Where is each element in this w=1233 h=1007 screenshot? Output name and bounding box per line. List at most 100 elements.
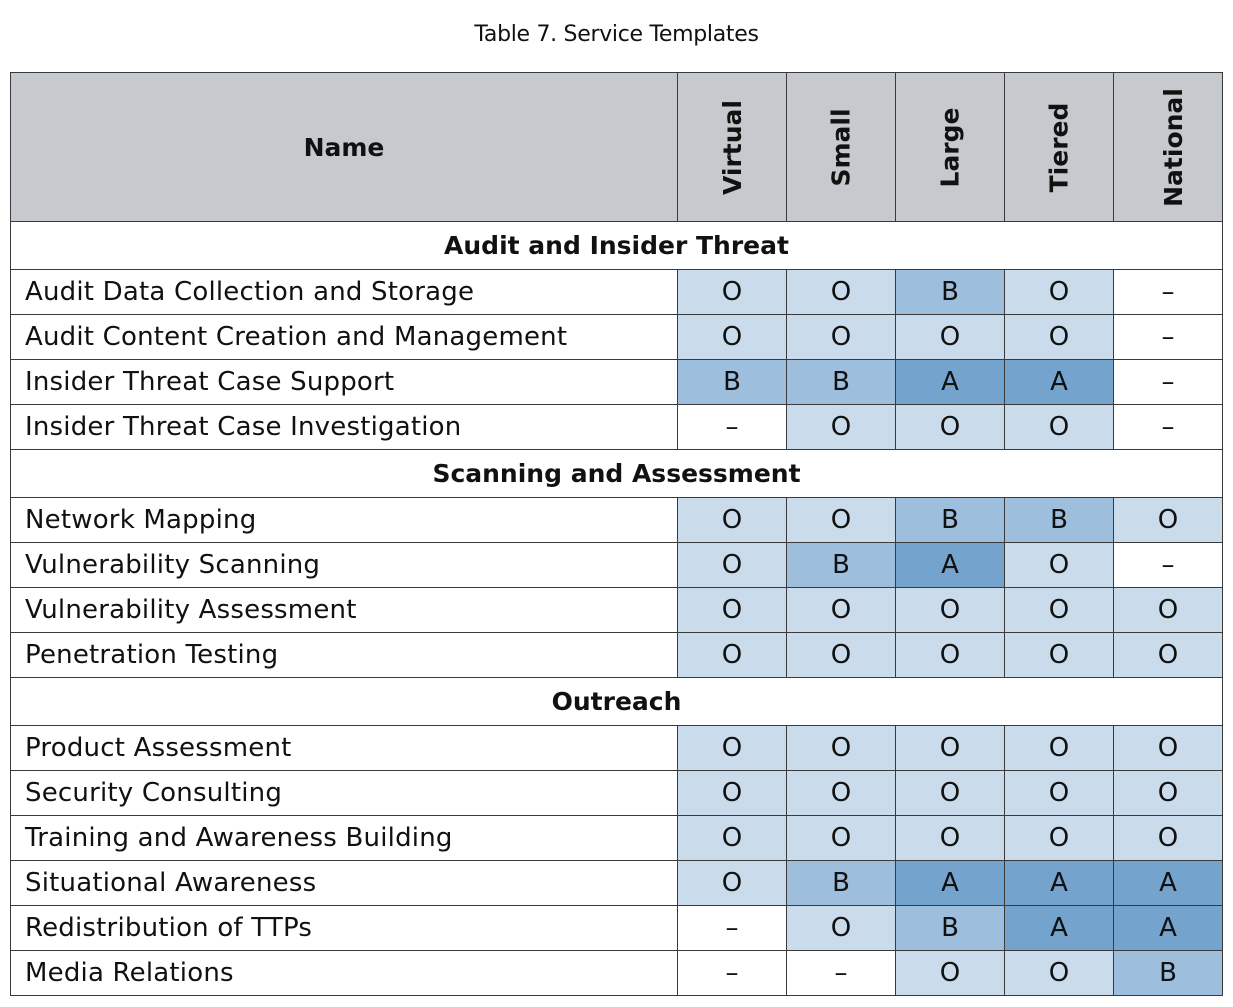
value-cell: O <box>895 314 1005 360</box>
table-row: Network Mapping O O B B O <box>10 497 1223 543</box>
value-cell: – <box>1113 404 1223 450</box>
value-cell: O <box>895 587 1005 633</box>
value-cell: A <box>1004 905 1114 951</box>
value-cell: O <box>677 542 787 588</box>
value-cell: O <box>1113 815 1223 861</box>
service-name-cell: Product Assessment <box>10 725 678 771</box>
table-row: Penetration Testing O O O O O <box>10 632 1223 678</box>
value-cell: – <box>677 404 787 450</box>
value-cell: O <box>677 587 787 633</box>
value-cell: – <box>677 905 787 951</box>
value-cell: O <box>677 314 787 360</box>
value-cell: O <box>677 497 787 543</box>
value-cell: O <box>786 770 896 816</box>
value-cell: O <box>895 404 1005 450</box>
column-header-large: Large <box>895 72 1005 222</box>
value-cell: O <box>1004 725 1114 771</box>
service-name-cell: Vulnerability Assessment <box>10 587 678 633</box>
value-cell: O <box>1004 632 1114 678</box>
table-caption: Table 7. Service Templates <box>474 22 759 47</box>
value-cell: O <box>1113 632 1223 678</box>
table-header-row: Name Virtual Small Large Tiered National <box>10 72 1223 222</box>
service-name-cell: Training and Awareness Building <box>10 815 678 861</box>
value-cell: O <box>895 770 1005 816</box>
table-row: Vulnerability Assessment O O O O O <box>10 587 1223 633</box>
service-name-cell: Network Mapping <box>10 497 678 543</box>
value-cell: O <box>786 269 896 315</box>
section-title: Outreach <box>10 677 1223 726</box>
table-row: Audit Data Collection and Storage O O B O – <box>10 269 1223 315</box>
column-header-name: Name <box>10 72 678 222</box>
column-header-virtual: Virtual <box>677 72 787 222</box>
service-name-cell: Situational Awareness <box>10 860 678 906</box>
service-name-cell: Audit Content Creation and Management <box>10 314 678 360</box>
value-cell: O <box>895 950 1005 996</box>
table-row: Audit Content Creation and Management O O O… <box>10 314 1223 360</box>
value-cell: O <box>1004 815 1114 861</box>
value-cell: O <box>1004 950 1114 996</box>
value-cell: B <box>786 542 896 588</box>
table-row: Insider Threat Case Investigation – O O O – <box>10 404 1223 450</box>
value-cell: A <box>895 542 1005 588</box>
service-name-cell: Audit Data Collection and Storage <box>10 269 678 315</box>
value-cell: O <box>677 770 787 816</box>
value-cell: – <box>1113 269 1223 315</box>
value-cell: O <box>786 404 896 450</box>
column-header-national: National <box>1113 72 1223 222</box>
value-cell: O <box>895 725 1005 771</box>
value-cell: O <box>677 725 787 771</box>
value-cell: O <box>677 269 787 315</box>
service-name-cell: Insider Threat Case Investigation <box>10 404 678 450</box>
value-cell: O <box>786 632 896 678</box>
value-cell: O <box>895 815 1005 861</box>
value-cell: B <box>895 497 1005 543</box>
value-cell: O <box>1004 770 1114 816</box>
value-cell: O <box>677 815 787 861</box>
value-cell: B <box>895 269 1005 315</box>
value-cell: O <box>677 632 787 678</box>
service-name-cell: Redistribution of TTPs <box>10 905 678 951</box>
table-row: Insider Threat Case Support B B A A – <box>10 359 1223 405</box>
value-cell: A <box>1113 905 1223 951</box>
value-cell: – <box>677 950 787 996</box>
value-cell: O <box>1113 587 1223 633</box>
service-name-cell: Insider Threat Case Support <box>10 359 678 405</box>
value-cell: B <box>677 359 787 405</box>
service-name-cell: Penetration Testing <box>10 632 678 678</box>
value-cell: A <box>1004 359 1114 405</box>
section-title: Audit and Insider Threat <box>10 221 1223 270</box>
table-row: Training and Awareness Building O O O O O <box>10 815 1223 861</box>
value-cell: O <box>1113 725 1223 771</box>
value-cell: B <box>895 905 1005 951</box>
service-name-cell: Media Relations <box>10 950 678 996</box>
table-row: Vulnerability Scanning O B A O – <box>10 542 1223 588</box>
value-cell: O <box>786 314 896 360</box>
table-row: Redistribution of TTPs – O B A A <box>10 905 1223 951</box>
value-cell: O <box>786 905 896 951</box>
table-row: Product Assessment O O O O O <box>10 725 1223 771</box>
value-cell: O <box>1004 404 1114 450</box>
value-cell: – <box>1113 359 1223 405</box>
value-cell: A <box>895 359 1005 405</box>
value-cell: – <box>1113 314 1223 360</box>
value-cell: A <box>1113 860 1223 906</box>
value-cell: O <box>895 632 1005 678</box>
table-row: Security Consulting O O O O O <box>10 770 1223 816</box>
column-header-small: Small <box>786 72 896 222</box>
value-cell: O <box>1004 542 1114 588</box>
value-cell: B <box>1113 950 1223 996</box>
service-name-cell: Vulnerability Scanning <box>10 542 678 588</box>
value-cell: A <box>895 860 1005 906</box>
section-row: Audit and Insider Threat <box>10 221 1223 270</box>
value-cell: A <box>1004 860 1114 906</box>
value-cell: O <box>786 725 896 771</box>
value-cell: – <box>1113 542 1223 588</box>
table-row: Media Relations – – O O B <box>10 950 1223 996</box>
value-cell: O <box>1113 770 1223 816</box>
value-cell: O <box>786 815 896 861</box>
value-cell: O <box>677 860 787 906</box>
section-row: Outreach <box>10 677 1223 726</box>
value-cell: O <box>786 497 896 543</box>
table-body: Audit and Insider Threat Audit Data Colle… <box>10 221 1223 996</box>
value-cell: B <box>786 860 896 906</box>
